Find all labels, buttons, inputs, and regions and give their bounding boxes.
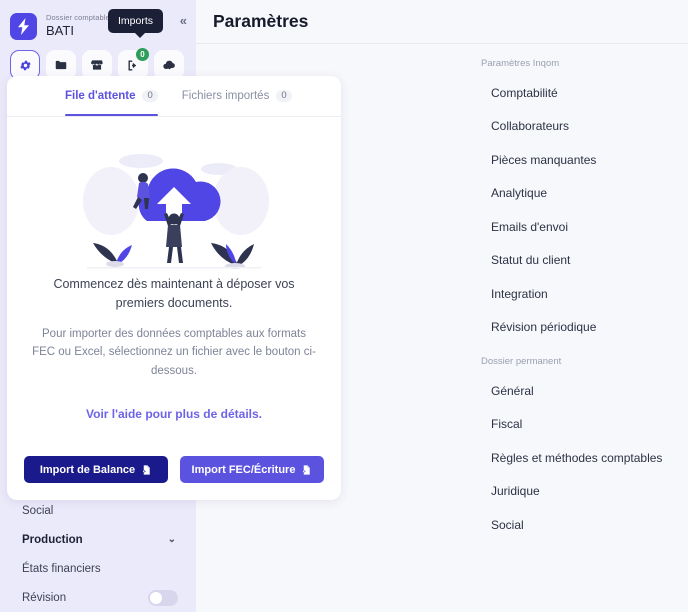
sidebar-item-revision-label: Révision bbox=[22, 591, 67, 604]
imports-card-actions: Import de Balance Import FEC/Écriture bbox=[7, 456, 341, 500]
page-title: Paramètres bbox=[213, 11, 309, 31]
sidebar-group-production-label: Production bbox=[22, 533, 83, 546]
app-logo-icon bbox=[10, 13, 37, 40]
settings-item-integration[interactable]: Integration bbox=[420, 277, 688, 311]
tab-fichiers-importes-count: 0 bbox=[276, 89, 292, 103]
sidebar-item-revision[interactable]: Révision bbox=[22, 583, 196, 612]
import-balance-button[interactable]: Import de Balance bbox=[24, 456, 168, 483]
settings-item-emails-envoi[interactable]: Emails d'envoi bbox=[420, 210, 688, 244]
sidebar-group-production[interactable]: Production ⌄ bbox=[22, 525, 196, 554]
imports-badge-count: 0 bbox=[136, 48, 149, 61]
imports-lead-text: Commencez dès maintenant à déposer vos p… bbox=[53, 277, 295, 311]
sidebar-item-social[interactable]: Social bbox=[22, 496, 196, 525]
imports-tabs: File d'attente 0 Fichiers importés 0 bbox=[7, 76, 341, 117]
imports-card: File d'attente 0 Fichiers importés 0 Com… bbox=[7, 76, 341, 500]
sidebar-item-etats-financiers[interactable]: États financiers bbox=[22, 554, 196, 583]
tab-fichiers-importes-label: Fichiers importés bbox=[181, 90, 270, 102]
sidebar-subtitle: Dossier comptable bbox=[46, 13, 110, 23]
sidebar-header: Dossier comptable BATI « bbox=[0, 0, 196, 44]
folder-icon bbox=[54, 58, 68, 72]
tab-file-dattente-label: File d'attente bbox=[65, 90, 136, 102]
settings-item-analytique[interactable]: Analytique bbox=[420, 177, 688, 211]
imports-tooltip: Imports bbox=[108, 9, 164, 38]
gear-icon bbox=[19, 59, 32, 72]
settings-item-revision-periodique[interactable]: Révision périodique bbox=[420, 311, 688, 345]
settings-section-title-dossier-permanent: Dossier permanent bbox=[481, 356, 562, 367]
imports-card-body: Commencez dès maintenant à déposer vos p… bbox=[7, 117, 341, 421]
sidebar-nav-list: Social Production ⌄ États financiers Rév… bbox=[0, 496, 196, 612]
import-balance-label: Import de Balance bbox=[39, 463, 136, 476]
sidebar-icon-row: 0 bbox=[0, 44, 196, 80]
import-fec-ecriture-button[interactable]: Import FEC/Écriture bbox=[180, 456, 324, 483]
settings-item-regles-methodes[interactable]: Règles et méthodes comptables bbox=[420, 441, 688, 475]
sidebar-folder-info: Dossier comptable BATI bbox=[46, 14, 110, 39]
settings-item-comptabilite[interactable]: Comptabilité bbox=[420, 76, 688, 110]
settings-item-social[interactable]: Social bbox=[420, 508, 688, 542]
settings-section-title-inqom: Paramètres Inqom bbox=[481, 58, 560, 69]
import-fec-ecriture-label: Import FEC/Écriture bbox=[191, 463, 296, 476]
help-link[interactable]: Voir l'aide pour plus de détails. bbox=[23, 407, 325, 421]
tab-file-dattente[interactable]: File d'attente 0 bbox=[65, 76, 158, 117]
file-import-icon bbox=[141, 464, 152, 476]
imports-sub-text: Pour importer des données comptables aux… bbox=[32, 327, 316, 377]
sidebar-folder-name: BATI bbox=[46, 22, 74, 38]
settings-panel: Paramètres Inqom Comptabilité Collaborat… bbox=[420, 44, 688, 612]
tab-fichiers-importes[interactable]: Fichiers importés 0 bbox=[182, 76, 292, 116]
chevron-down-icon: ⌄ bbox=[167, 534, 176, 545]
settings-item-statut-client[interactable]: Statut du client bbox=[420, 244, 688, 278]
settings-item-collaborateurs[interactable]: Collaborateurs bbox=[420, 110, 688, 144]
revision-toggle[interactable] bbox=[148, 589, 178, 606]
settings-item-fiscal[interactable]: Fiscal bbox=[420, 408, 688, 442]
file-import-icon bbox=[301, 464, 312, 476]
tab-file-dattente-count: 0 bbox=[142, 89, 158, 103]
collapse-sidebar-button[interactable]: « bbox=[180, 13, 187, 28]
settings-item-pieces-manquantes[interactable]: Pièces manquantes bbox=[420, 143, 688, 177]
settings-item-general[interactable]: Général bbox=[420, 374, 688, 408]
settings-item-juridique[interactable]: Juridique bbox=[420, 475, 688, 509]
cloud-upload-illustration bbox=[23, 131, 325, 271]
app-root: Paramètres Paramètres Inqom Comptabilité… bbox=[0, 0, 688, 612]
main-header: Paramètres bbox=[196, 0, 688, 44]
store-icon bbox=[90, 58, 104, 72]
cloud-download-icon bbox=[162, 58, 177, 73]
